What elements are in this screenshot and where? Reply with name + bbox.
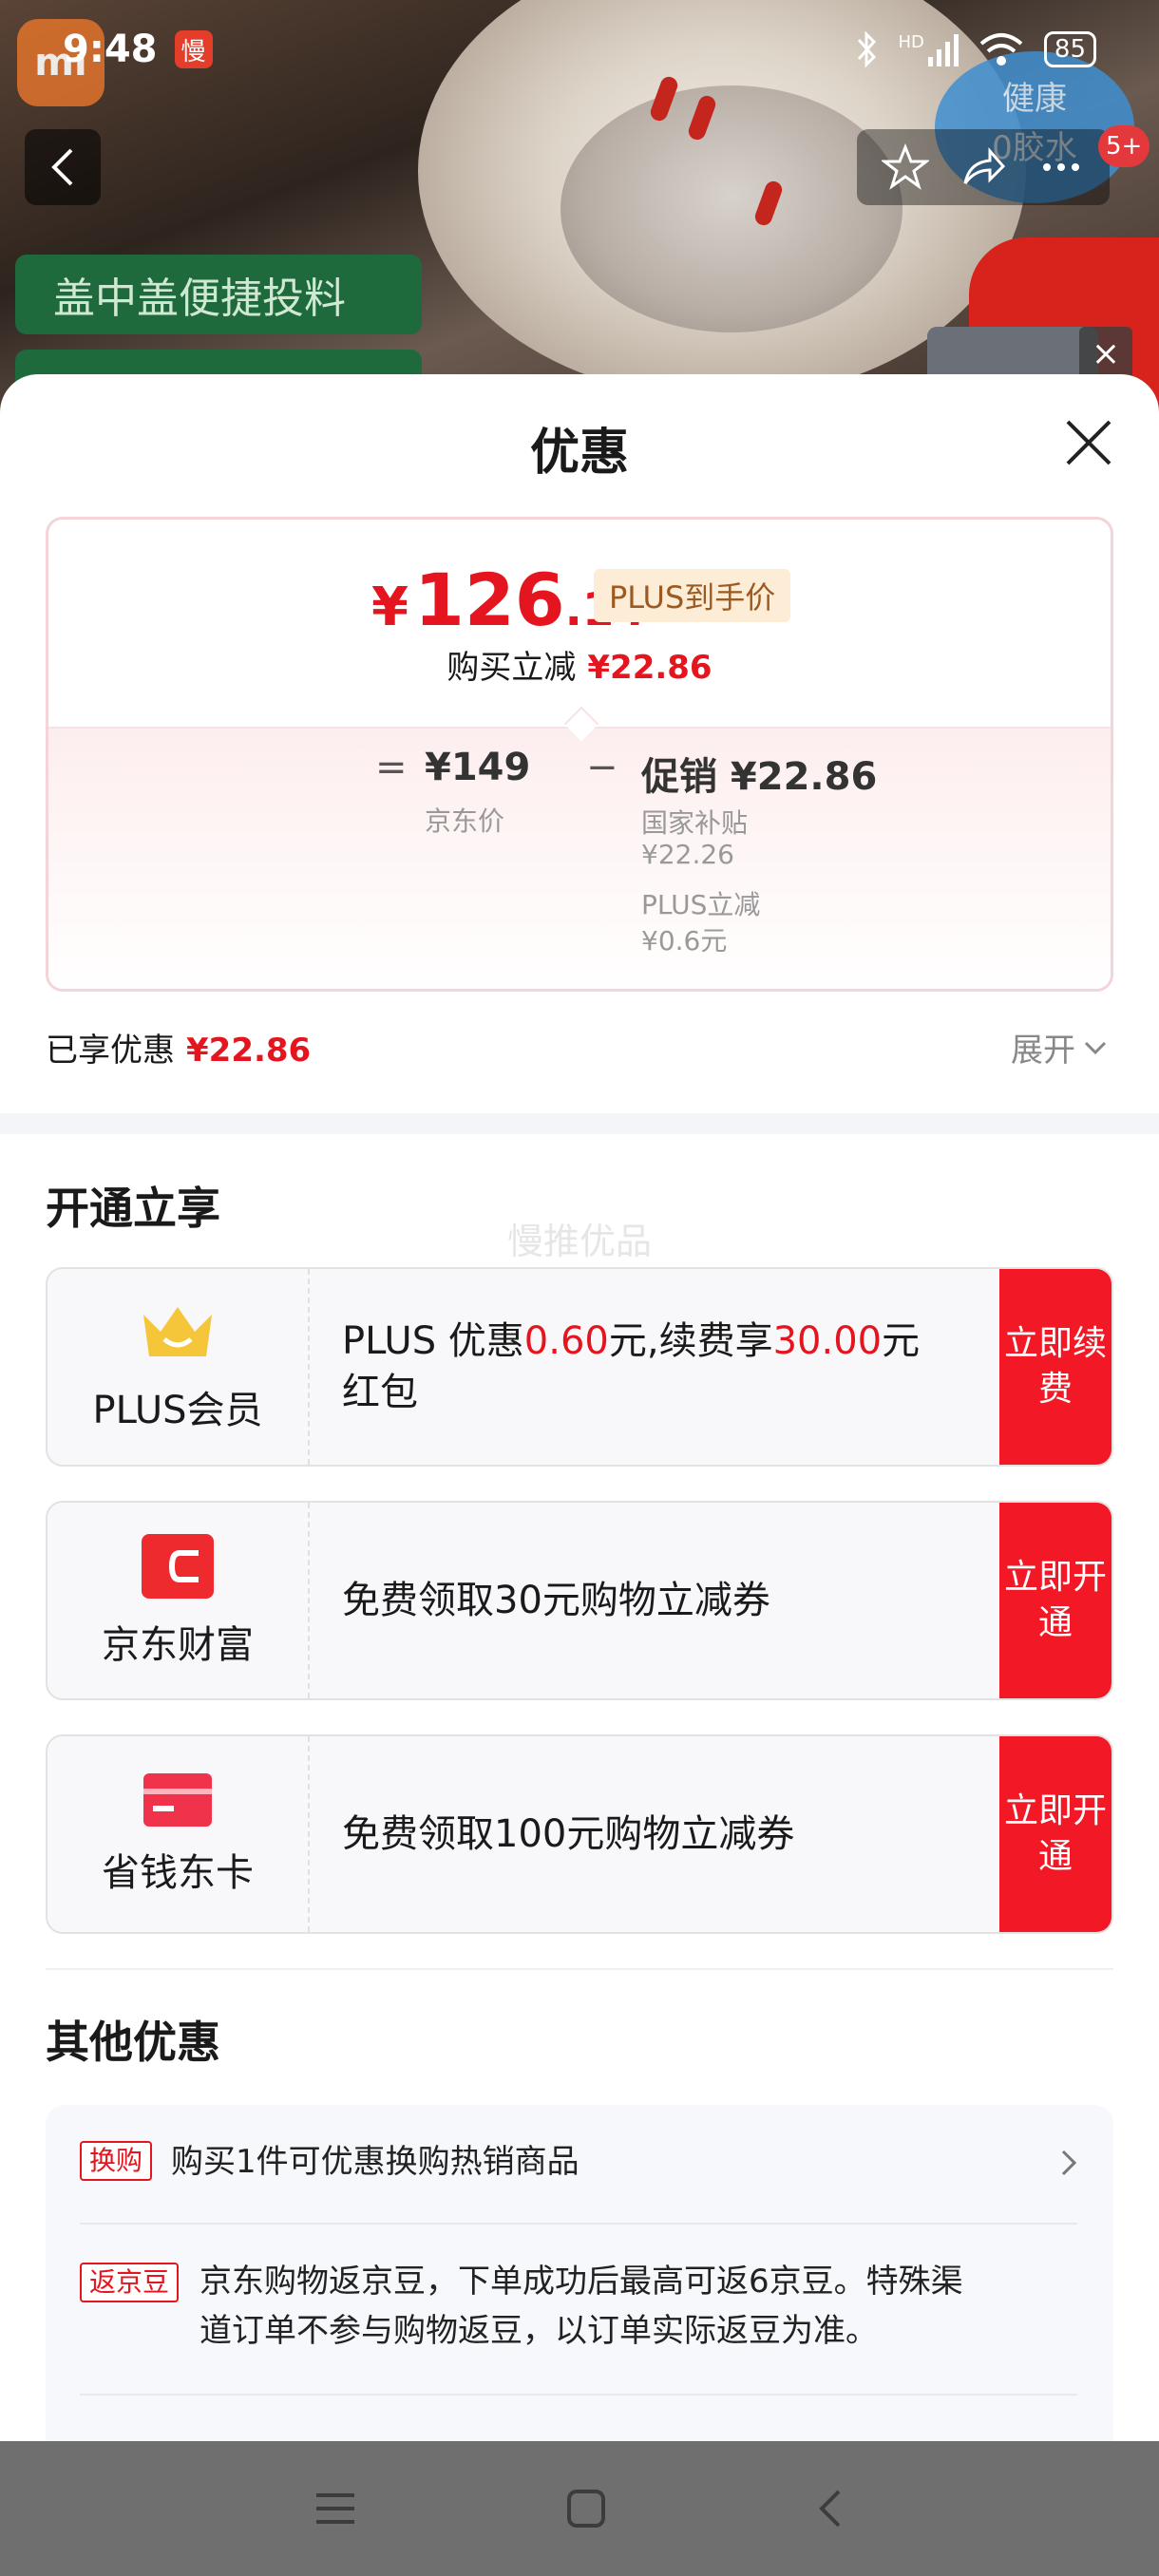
list-item-exchange[interactable]: 换购 购买1件可优惠换购热销商品 xyxy=(80,2141,1077,2198)
back-button[interactable] xyxy=(25,129,101,205)
price-formula-area xyxy=(48,727,1111,989)
feature-tag: 盖中盖便捷投料 xyxy=(15,255,422,334)
base-price-label: 京东价 xyxy=(425,805,505,837)
offer-brand: 省钱东卡 xyxy=(48,1736,310,1932)
minus-sign: − xyxy=(586,746,618,789)
plus-discount-label: PLUS立减 xyxy=(641,889,761,920)
cart-count-badge: 5+ xyxy=(1098,125,1150,167)
back-nav-icon[interactable] xyxy=(816,2488,845,2529)
separator xyxy=(46,1968,1113,1970)
app-notification-badge: 慢 xyxy=(174,30,213,68)
section-divider xyxy=(0,1113,1159,1134)
share-icon[interactable] xyxy=(960,143,1007,191)
chevron-left-icon xyxy=(51,148,73,186)
other-section-title: 其他优惠 xyxy=(46,2017,220,2068)
expand-button[interactable]: 展开 xyxy=(1011,1024,1108,1070)
status-bar: 9:48 慢 HD 85 xyxy=(0,0,1159,99)
battery-icon: 85 xyxy=(1043,31,1096,67)
crown-icon xyxy=(143,1307,212,1356)
status-time: 9:48 xyxy=(63,28,158,71)
subsidy-value: ¥22.26 xyxy=(641,839,734,870)
beans-tag: 返京豆 xyxy=(80,2263,180,2302)
offer-description: 免费领取30元购物立减券 xyxy=(342,1579,770,1622)
enjoyed-discount-label: 已享优惠 xyxy=(46,1032,175,1070)
chevron-right-icon xyxy=(1061,2150,1077,2176)
price-integer: 126 xyxy=(413,558,565,642)
pot-inner-image xyxy=(560,85,902,332)
instant-discount-value: ¥22.86 xyxy=(587,649,712,687)
offer-description: 免费领取100元购物立减券 xyxy=(342,1812,795,1856)
status-icons: HD 85 xyxy=(855,30,1096,68)
renew-button[interactable]: 立即续费 xyxy=(999,1269,1112,1465)
enjoyed-discount-value: ¥22.86 xyxy=(186,1032,312,1070)
discount-sheet: 优惠 ¥ 126 .14 PLUS到手价 购买立减¥22.86 = ¥149 京… xyxy=(0,374,1159,2576)
wallet-icon xyxy=(142,1534,214,1599)
signal-icon: HD xyxy=(899,32,959,66)
star-icon[interactable] xyxy=(882,143,929,191)
menu-icon[interactable] xyxy=(314,2490,356,2528)
sheet-title: 优惠 xyxy=(529,425,629,482)
plus-discount-value: ¥0.6元 xyxy=(641,925,728,957)
offer-description: PLUS 优惠0.60元,续费享30.00元红包 xyxy=(342,1269,950,1465)
base-price: ¥149 xyxy=(425,746,531,789)
promo-total: 促销 ¥22.86 xyxy=(641,755,878,799)
list-item-beans: 返京豆 京东购物返京豆，下单成功后最高可返6京豆。特殊渠 道订单不参与购物返豆，… xyxy=(80,2263,1077,2367)
offer-text-part: PLUS 优惠 xyxy=(342,1319,524,1363)
wifi-icon xyxy=(979,33,1023,66)
list-item-text: 购买1件可优惠换购热销商品 xyxy=(171,2143,580,2181)
offer-card-finance: 京东财富 免费领取30元购物立减券 立即开通 xyxy=(46,1501,1113,1700)
watermark-text: 慢推优品 xyxy=(506,1221,652,1262)
video-close-button[interactable]: × xyxy=(1079,327,1132,380)
offer-card-plus: PLUS会员 PLUS 优惠0.60元,续费享30.00元红包 立即续费 xyxy=(46,1267,1113,1467)
list-item-text: 道订单不参与购物返豆，以订单实际返豆为准。 xyxy=(200,2312,878,2350)
expand-label: 展开 xyxy=(1011,1032,1075,1070)
home-icon[interactable] xyxy=(565,2488,607,2529)
offer-name: 京东财富 xyxy=(102,1623,254,1667)
subsidy-label: 国家补贴 xyxy=(641,807,749,839)
more-icon[interactable] xyxy=(1037,143,1085,191)
network-type-label: HD xyxy=(898,32,924,52)
equals-sign: = xyxy=(375,746,408,789)
offer-highlight: 30.00 xyxy=(772,1319,883,1363)
system-nav-bar xyxy=(0,2441,1159,2576)
bluetooth-icon xyxy=(857,30,876,68)
list-item-text: 京东购物返京豆，下单成功后最高可返6京豆。特殊渠 xyxy=(200,2263,963,2301)
offer-name: 省钱东卡 xyxy=(102,1851,254,1895)
close-icon[interactable] xyxy=(1062,416,1115,469)
row-divider xyxy=(80,2394,1077,2396)
plus-price-tag: PLUS到手价 xyxy=(594,569,791,622)
instant-discount-label: 购买立减 xyxy=(446,649,577,687)
offer-card-savings: 省钱东卡 免费领取100元购物立减券 立即开通 xyxy=(46,1734,1113,1934)
chevron-down-icon xyxy=(1084,1041,1107,1054)
offer-highlight: 0.60 xyxy=(523,1319,609,1363)
activate-button[interactable]: 立即开通 xyxy=(999,1503,1112,1698)
enjoyed-discount: 已享优惠 ¥22.86 xyxy=(46,1024,311,1070)
row-divider xyxy=(80,2223,1077,2225)
activate-button[interactable]: 立即开通 xyxy=(999,1736,1112,1932)
card-icon xyxy=(143,1773,212,1827)
instant-discount: 购买立减 ¥22.86 xyxy=(48,641,1111,688)
offer-name: PLUS会员 xyxy=(92,1389,263,1432)
top-action-bar xyxy=(857,129,1110,205)
offer-brand: PLUS会员 xyxy=(48,1269,310,1465)
currency-symbol: ¥ xyxy=(371,577,408,638)
price-breakdown-card: ¥ 126 .14 PLUS到手价 购买立减¥22.86 = ¥149 京东价 … xyxy=(46,517,1113,992)
offer-brand: 京东财富 xyxy=(48,1503,310,1698)
exchange-tag: 换购 xyxy=(80,2141,153,2181)
offer-text-part: 元,续费享 xyxy=(608,1319,773,1363)
